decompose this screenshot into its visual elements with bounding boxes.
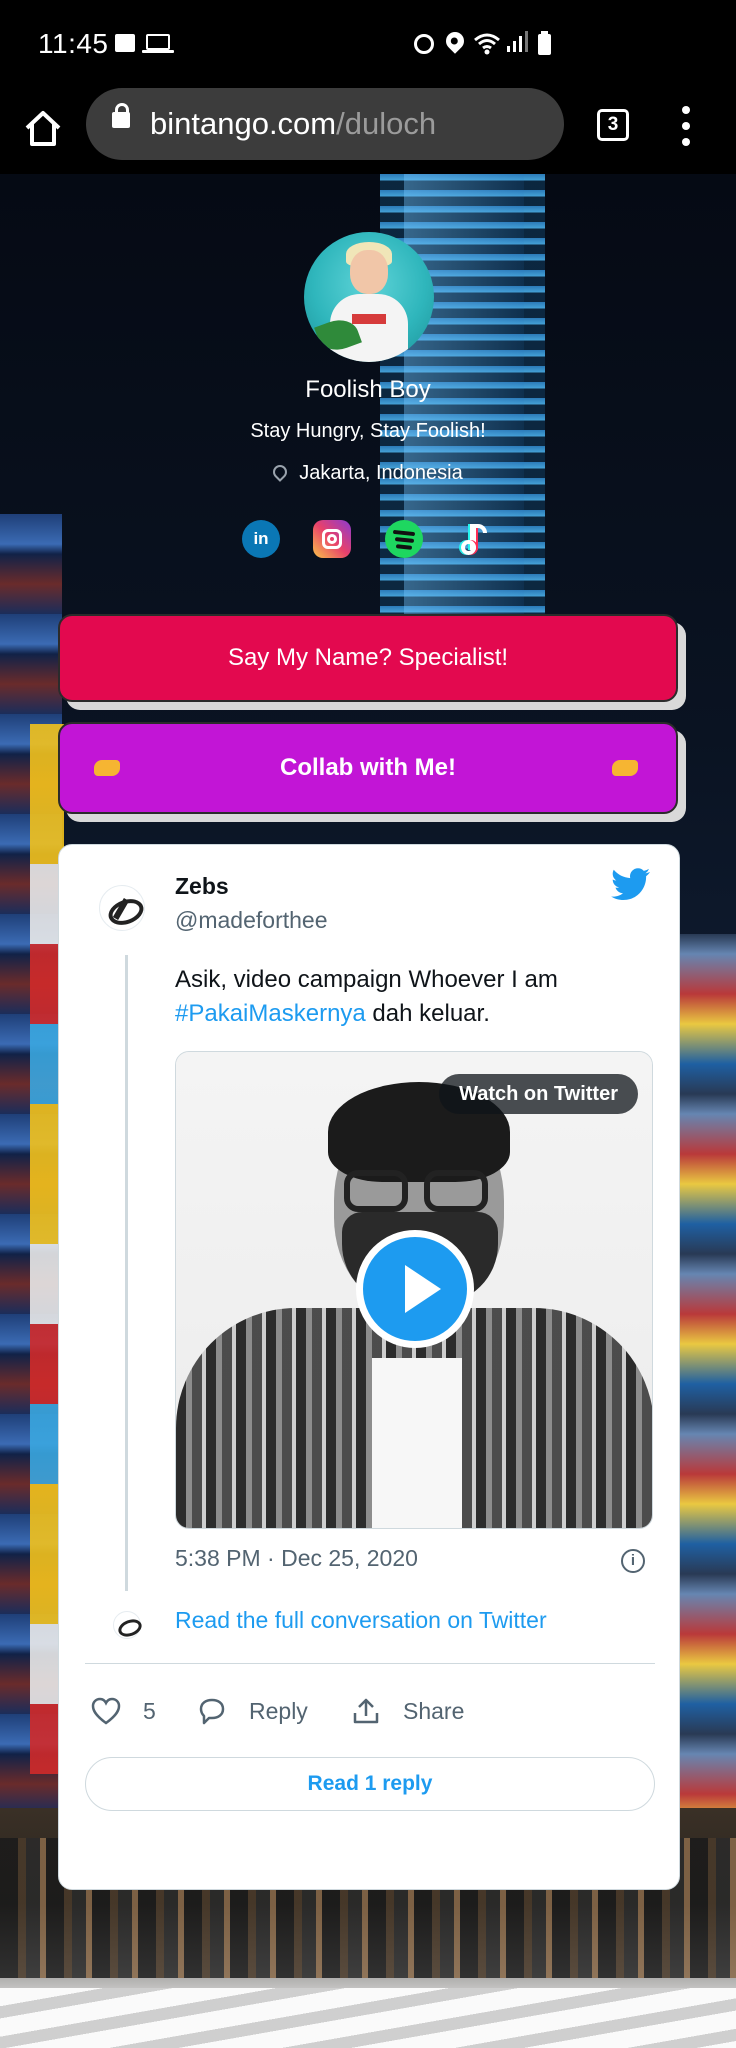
instagram-icon[interactable] [313,520,351,558]
link-button-collab[interactable]: Collab with Me! [58,722,678,814]
tweet-text-main: Asik, video campaign Whoever I am [175,966,558,993]
more-vert-icon[interactable] [680,106,692,146]
tweet-author-avatar[interactable] [99,885,145,931]
tweet-author-name[interactable]: Zebs [175,873,229,900]
profile-avatar [304,232,434,362]
link-button-collab-label: Collab with Me! [280,754,456,781]
tweet-timestamp[interactable]: 5:38 PM · Dec 25, 2020 [175,1545,418,1572]
tweet-thread-line [125,955,128,1591]
heart-icon [91,1697,121,1725]
read-full-conversation-link[interactable]: Read the full conversation on Twitter [175,1607,547,1634]
share-button[interactable]: Share [351,1691,491,1731]
url-text: bintango.com/duloch [150,106,436,142]
like-button[interactable]: 5 [91,1691,171,1731]
lock-icon [112,103,130,128]
reply-icon [199,1698,225,1725]
profile-location: Jakarta, Indonesia [0,462,736,485]
profile-location-text: Jakarta, Indonesia [299,462,463,484]
profile-name: Foolish Boy [305,376,431,403]
tweet-text-tail: dah keluar. [365,1000,490,1027]
browser-toolbar: bintango.com/duloch 3 [0,88,736,174]
url-path: /duloch [336,106,437,141]
play-icon[interactable] [356,1230,474,1348]
twitter-bird-icon[interactable] [611,867,651,903]
signal-icon [507,31,528,52]
status-time: 11:45 [38,28,109,59]
tweet-author-handle[interactable]: @madeforthee [175,907,328,934]
tweet-hashtag[interactable]: #PakaiMaskernya [175,1000,366,1027]
profile-bio: Stay Hungry, Stay Foolish! [250,420,486,442]
linkedin-icon[interactable]: in [242,520,280,558]
handshake-icon [612,760,638,776]
like-count: 5 [143,1698,156,1724]
tweet-text: Asik, video campaign Whoever I am #PakaiM… [175,963,645,1031]
share-label: Share [403,1698,465,1724]
tabs-icon[interactable]: 3 [597,109,629,141]
status-bar: 11:45 [0,0,736,88]
social-links: in [240,520,500,560]
page-content: Foolish Boy Stay Hungry, Stay Foolish! J… [0,174,736,2048]
home-icon[interactable] [22,108,64,150]
tweet-divider [85,1663,655,1664]
share-icon [353,1698,379,1724]
reply-button[interactable]: Reply [197,1691,337,1731]
background-building-right [676,934,736,1954]
watch-on-twitter-button[interactable]: Watch on Twitter [439,1074,638,1114]
tweet-video[interactable]: Watch on Twitter [175,1051,653,1529]
read-replies-button[interactable]: Read 1 reply [85,1757,655,1811]
laptop-icon [142,34,174,53]
url-domain: bintango.com [150,106,337,141]
handshake-icon [94,760,120,776]
link-button-say-my-name[interactable]: Say My Name? Specialist! [58,614,678,702]
location-icon [442,28,468,54]
alarm-icon [414,34,434,54]
conversation-avatar [113,1611,141,1639]
tiktok-icon[interactable] [458,520,496,558]
wifi-icon [474,33,500,55]
reply-label: Reply [249,1698,308,1724]
tweet-embed: Zebs @madeforthee Asik, video campaign W… [58,844,680,1890]
image-icon [115,34,135,52]
background-crosswalk [0,1988,736,2048]
address-bar[interactable]: bintango.com/duloch [86,88,564,160]
tweet-actions: 5 Reply Share [85,1691,655,1731]
info-icon[interactable]: i [621,1549,645,1573]
battery-icon [538,31,551,55]
location-pin-icon [270,462,291,482]
spotify-icon[interactable] [385,520,423,558]
